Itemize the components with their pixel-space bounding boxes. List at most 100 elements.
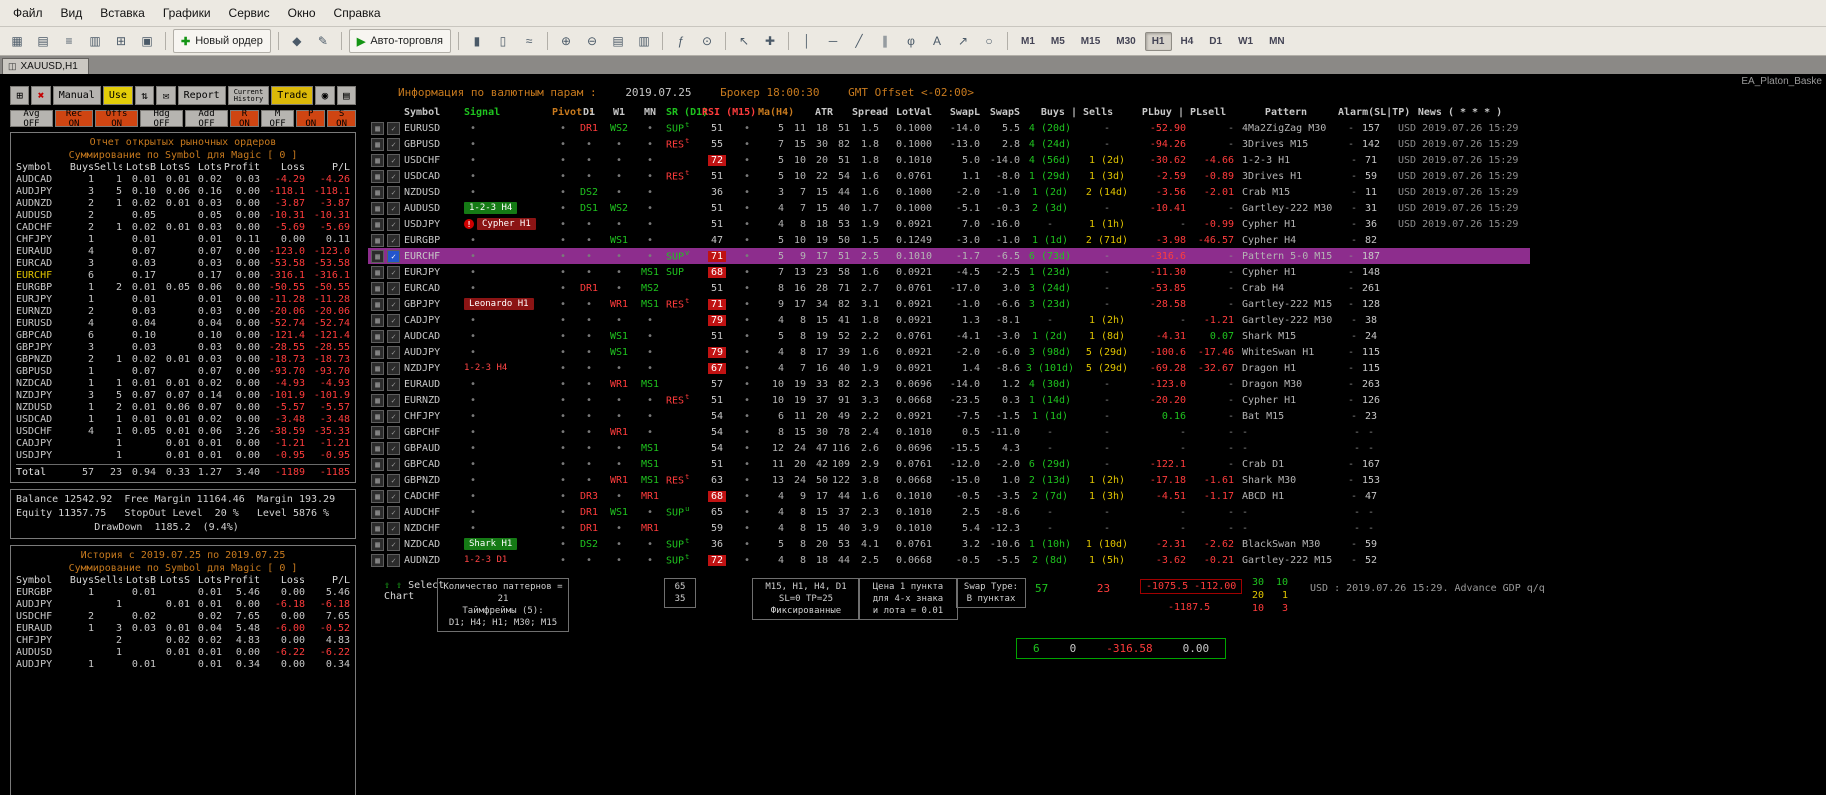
trade-button[interactable]: Trade [271, 86, 313, 105]
pair-row-AUDUSD[interactable]: ▦✓AUDUSD1-2-3 H4•DS1WS2•51•4715401.70.10… [368, 200, 1530, 216]
pair-row-CADJPY[interactable]: ▦✓CADJPY•••••79•4815411.80.09211.3-8.1-1… [368, 312, 1530, 328]
pair-row-EURNZD[interactable]: ▦✓EURNZD•••••RESt51•101937913.30.0668-23… [368, 392, 1530, 408]
pair-row-EURGBP[interactable]: ▦✓EURGBP•••WS1•47•51019501.50.1249-3.0-1… [368, 232, 1530, 248]
pair-enabled-checkbox[interactable]: ✓ [387, 442, 400, 455]
chart-select-checkbox[interactable]: ▦ [371, 170, 384, 183]
pair-enabled-checkbox[interactable]: ✓ [387, 554, 400, 567]
pair-row-EURUSD[interactable]: ▦✓EURUSD••DR1WS2•SUPt51•51118511.50.1000… [368, 120, 1530, 136]
toggle-hdg-off[interactable]: Hdg OFF [140, 110, 183, 127]
pair-row-AUDCAD[interactable]: ▦✓AUDCAD•••WS1•51•5819522.20.0761-4.1-3.… [368, 328, 1530, 344]
pair-row-USDCHF[interactable]: ▦✓USDCHF•••••72•51020511.80.10105.0-14.0… [368, 152, 1530, 168]
pair-enabled-checkbox[interactable]: ✓ [387, 282, 400, 295]
chart-select-checkbox[interactable]: ▦ [371, 506, 384, 519]
chart-select-checkbox[interactable]: ▦ [371, 138, 384, 151]
arrow-tool-icon[interactable]: ↗ [951, 30, 975, 52]
text-icon[interactable]: A [925, 30, 949, 52]
pair-row-EURCAD[interactable]: ▦✓EURCAD••DR1•MS251•81628712.70.0761-17.… [368, 280, 1530, 296]
chart-select-checkbox[interactable]: ▦ [371, 266, 384, 279]
pair-row-EURAUD[interactable]: ▦✓EURAUD•••WR1MS157•101933822.30.0696-14… [368, 376, 1530, 392]
data-window-icon[interactable]: ▥ [83, 30, 107, 52]
chart-select-checkbox[interactable]: ▦ [371, 426, 384, 439]
pair-enabled-checkbox[interactable]: ✓ [387, 394, 400, 407]
pair-row-GBPUSD[interactable]: ▦✓GBPUSD•••••RESt55•71530821.80.1000-13.… [368, 136, 1530, 152]
pair-row-NZDJPY[interactable]: ▦✓NZDJPY1-2-3 H4••••67•4716401.90.09211.… [368, 360, 1530, 376]
channel-icon[interactable]: ∥ [873, 30, 897, 52]
pair-row-NZDUSD[interactable]: ▦✓NZDUSD••DS2••36•3715441.60.1000-2.0-1.… [368, 184, 1530, 200]
chart-select-checkbox[interactable]: ▦ [371, 522, 384, 535]
pair-row-EURCHF[interactable]: ▦✓EURCHF•••••SUPv71•5917512.50.1010-1.7-… [368, 248, 1530, 264]
pair-enabled-checkbox[interactable]: ✓ [387, 538, 400, 551]
toggle-rec-on[interactable]: Rec ON [55, 110, 93, 127]
manual-button[interactable]: Manual [53, 86, 101, 105]
toggle-s-on[interactable]: S ON [327, 110, 356, 127]
zoom-out-icon[interactable]: ⊖ [580, 30, 604, 52]
market-watch-icon[interactable]: ≡ [57, 30, 81, 52]
chart-select-checkbox[interactable]: ▦ [371, 490, 384, 503]
chart-select-checkbox[interactable]: ▦ [371, 298, 384, 311]
profiles-icon[interactable]: ▤ [31, 30, 55, 52]
pair-row-GBPCHF[interactable]: ▦✓GBPCHF•••WR1•54•81530782.40.10100.5-11… [368, 424, 1530, 440]
pair-row-CADCHF[interactable]: ▦✓CADCHF••DR3•MR168•4917441.60.1010-0.5-… [368, 488, 1530, 504]
chart-select-checkbox[interactable]: ▦ [371, 458, 384, 471]
mail-button[interactable]: ✉ [156, 86, 175, 105]
pair-row-USDJPY[interactable]: ▦✓USDJPY!Cypher H1••••51•4818531.90.0921… [368, 216, 1530, 232]
pair-enabled-checkbox[interactable]: ✓ [387, 426, 400, 439]
candle-chart-icon[interactable]: ▯ [491, 30, 515, 52]
pair-row-NZDCHF[interactable]: ▦✓NZDCHF••DR1•MR159•4815403.90.10105.4-1… [368, 520, 1530, 536]
toggle-offs-on[interactable]: Offs ON [95, 110, 138, 127]
trendline-icon[interactable]: ╱ [847, 30, 871, 52]
scripts-icon[interactable]: ✎ [311, 30, 335, 52]
chart-select-checkbox[interactable]: ▦ [371, 410, 384, 423]
timeframe-M5[interactable]: M5 [1044, 32, 1072, 51]
pair-row-CHFJPY[interactable]: ▦✓CHFJPY•••••54•61120492.20.0921-7.5-1.5… [368, 408, 1530, 424]
chart-select-checkbox[interactable]: ▦ [371, 186, 384, 199]
use-button[interactable]: Use [103, 86, 133, 105]
pair-enabled-checkbox[interactable]: ✓ [387, 330, 400, 343]
chart-select-checkbox[interactable]: ▦ [371, 202, 384, 215]
journal-button[interactable]: ▤ [337, 86, 356, 105]
pair-enabled-checkbox[interactable]: ✓ [387, 378, 400, 391]
chart-select-checkbox[interactable]: ▦ [371, 362, 384, 375]
fibonacci-icon[interactable]: φ [899, 30, 923, 52]
terminal-icon[interactable]: ▣ [135, 30, 159, 52]
pair-enabled-checkbox[interactable]: ✓ [387, 122, 400, 135]
select-chart-control[interactable]: ⇧ ⇧ Select Chart [384, 580, 444, 602]
pair-enabled-checkbox[interactable]: ✓ [387, 186, 400, 199]
report-button[interactable]: Report [178, 86, 226, 105]
navigator-icon[interactable]: ⊞ [109, 30, 133, 52]
current-history-button[interactable]: Current History [228, 86, 270, 105]
pair-enabled-checkbox[interactable]: ✓ [387, 506, 400, 519]
periods-icon[interactable]: ⊙ [695, 30, 719, 52]
pair-enabled-checkbox[interactable]: ✓ [387, 474, 400, 487]
chart-select-checkbox[interactable]: ▦ [371, 218, 384, 231]
pair-enabled-checkbox[interactable]: ✓ [387, 458, 400, 471]
pair-row-EURJPY[interactable]: ▦✓EURJPY••••MS1SUP68•71323581.60.0921-4.… [368, 264, 1530, 280]
chart-select-checkbox[interactable]: ▦ [371, 442, 384, 455]
menu-item-Файл[interactable]: Файл [4, 2, 52, 24]
pair-row-GBPNZD[interactable]: ▦✓GBPNZD•••WR1MS1RESt63•1324501223.80.06… [368, 472, 1530, 488]
pair-row-GBPJPY[interactable]: ▦✓GBPJPYLeonardo H1••WR1MS1RESt71•917348… [368, 296, 1530, 312]
pair-row-AUDJPY[interactable]: ▦✓AUDJPY•••WS1•79•4817391.60.0921-2.0-6.… [368, 344, 1530, 360]
pair-enabled-checkbox[interactable]: ✓ [387, 362, 400, 375]
chart-select-checkbox[interactable]: ▦ [371, 538, 384, 551]
autotrade-button[interactable]: ▶Авто-торговля [349, 29, 451, 53]
pair-enabled-checkbox[interactable]: ✓ [387, 234, 400, 247]
pair-enabled-checkbox[interactable]: ✓ [387, 266, 400, 279]
bar-chart-icon[interactable]: ▮ [465, 30, 489, 52]
sort-button[interactable]: ⇅ [135, 86, 154, 105]
pair-row-AUDCHF[interactable]: ▦✓AUDCHF••DR1WS1•SUPu65•4815372.30.10102… [368, 504, 1530, 520]
menu-item-Окно[interactable]: Окно [279, 2, 325, 24]
chart-select-checkbox[interactable]: ▦ [371, 394, 384, 407]
pair-enabled-checkbox[interactable]: ✓ [387, 314, 400, 327]
toggle-p-on[interactable]: P ON [296, 110, 325, 127]
horizontal-line-icon[interactable]: ─ [821, 30, 845, 52]
chart-select-checkbox[interactable]: ▦ [371, 250, 384, 263]
timeframe-M1[interactable]: M1 [1014, 32, 1042, 51]
move-panel-button[interactable]: ⊞ [10, 86, 29, 105]
crosshair-icon[interactable]: ✚ [758, 30, 782, 52]
chart-select-checkbox[interactable]: ▦ [371, 554, 384, 567]
pair-enabled-checkbox[interactable]: ✓ [387, 346, 400, 359]
chart-select-checkbox[interactable]: ▦ [371, 346, 384, 359]
pair-row-GBPCAD[interactable]: ▦✓GBPCAD••••MS151•1120421092.90.0761-12.… [368, 456, 1530, 472]
pair-enabled-checkbox[interactable]: ✓ [387, 298, 400, 311]
